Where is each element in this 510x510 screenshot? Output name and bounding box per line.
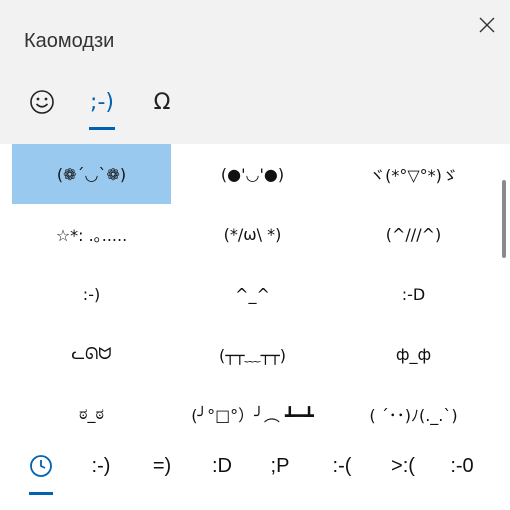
kaomoji-grid: (❁´◡`❁) (●'◡'●) ヾ(*°▽°*)ゞ ☆*: .｡..... (*… — [12, 144, 496, 436]
close-button[interactable] — [474, 12, 500, 38]
kaomoji-item[interactable]: (┬┬﹏┬┬) — [173, 324, 332, 384]
kaomoji-item[interactable]: ヾ(*°▽°*)ゞ — [334, 144, 493, 204]
header-area: Каомодзи ;-) Ω — [0, 0, 510, 144]
recent-bar: :-) =) :D ;P :-( >:( :-0 — [0, 444, 510, 495]
recent-item[interactable]: :-0 — [440, 444, 484, 488]
kaomoji-item[interactable]: (●'◡'●) — [173, 144, 332, 204]
clock-icon — [30, 455, 52, 477]
kaomoji-item[interactable]: ф_ф — [334, 324, 493, 384]
smiley-face-icon — [30, 90, 54, 114]
kaomoji-item[interactable]: ^_^ — [173, 264, 332, 324]
recent-tab-button[interactable] — [19, 444, 63, 488]
kaomoji-item[interactable]: ಠ_ಠ — [12, 384, 171, 436]
tab-kaomoji[interactable]: ;-) — [82, 82, 122, 122]
kaomoji-item[interactable]: (❁´◡`❁) — [12, 144, 171, 204]
kaomoji-item[interactable]: ᓚᘏᗢ — [12, 324, 171, 384]
kaomoji-item[interactable]: (^///^) — [334, 204, 493, 264]
active-tab-indicator — [89, 127, 115, 130]
omega-icon: Ω — [153, 89, 171, 115]
kaomoji-item[interactable]: (╯°□°）╯︵ ┻━┻ — [173, 384, 332, 436]
recent-item[interactable]: :D — [200, 444, 244, 488]
recent-item[interactable]: :-) — [79, 444, 123, 488]
recent-item[interactable]: >:( — [381, 444, 425, 488]
kaomoji-item[interactable]: :-) — [12, 264, 171, 324]
recent-item[interactable]: =) — [140, 444, 184, 488]
close-icon — [479, 17, 495, 33]
recent-tab-indicator — [29, 492, 53, 495]
tab-symbols[interactable]: Ω — [142, 82, 182, 122]
recent-item[interactable]: ;P — [258, 444, 302, 488]
category-tabs: ;-) Ω — [0, 82, 510, 132]
kaomoji-item[interactable]: ☆*: .｡..... — [12, 204, 171, 264]
scrollbar-thumb[interactable] — [502, 180, 506, 258]
tab-emoji[interactable] — [22, 82, 62, 122]
kaomoji-item[interactable]: (*/ω\ *) — [173, 204, 332, 264]
kaomoji-item[interactable]: ( ´･･)ﾉ(._.`) — [334, 384, 493, 436]
recent-item[interactable]: :-( — [320, 444, 364, 488]
panel-title: Каомодзи — [24, 30, 115, 52]
kaomoji-item[interactable]: :-D — [334, 264, 493, 324]
